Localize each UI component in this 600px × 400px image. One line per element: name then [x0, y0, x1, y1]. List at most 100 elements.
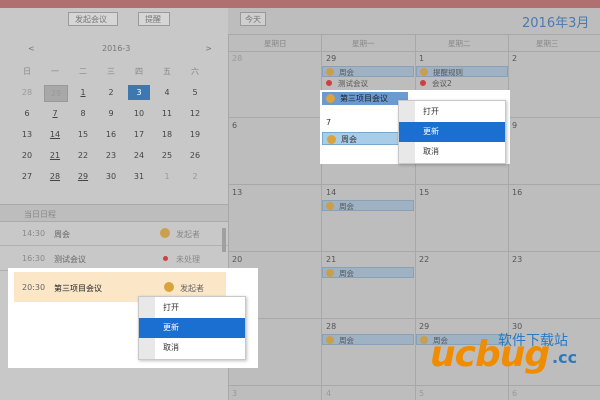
- day-number[interactable]: 22: [419, 255, 429, 264]
- weekday-label: 星期日: [264, 39, 287, 48]
- day-number[interactable]: 28: [326, 322, 336, 331]
- user-icon: [160, 228, 170, 238]
- event-weekly[interactable]: 周会: [322, 334, 414, 345]
- mini-day[interactable]: 2: [100, 85, 122, 100]
- day-number[interactable]: 9: [512, 121, 517, 130]
- context-menu: 打开 更新 取消: [138, 296, 246, 360]
- mini-day[interactable]: 5: [184, 85, 206, 100]
- next-month-icon[interactable]: >: [205, 44, 212, 53]
- day-number[interactable]: 14: [326, 188, 336, 197]
- event-reminder[interactable]: 提醒规则: [416, 66, 508, 77]
- mini-day[interactable]: 19: [184, 127, 206, 142]
- day-number[interactable]: 5: [419, 389, 424, 398]
- mini-day[interactable]: 29: [44, 85, 68, 102]
- weekday: 五: [163, 67, 171, 76]
- mini-day[interactable]: 7: [44, 106, 66, 121]
- menu-item-update[interactable]: 更新: [399, 122, 505, 142]
- mini-day[interactable]: 11: [156, 106, 178, 121]
- mini-day[interactable]: 14: [44, 127, 66, 142]
- new-meeting-button[interactable]: 发起会议: [68, 12, 118, 26]
- day-number[interactable]: 23: [512, 255, 522, 264]
- mini-day[interactable]: 4: [156, 85, 178, 100]
- panel-splitter-handle[interactable]: [222, 228, 226, 252]
- mini-day[interactable]: 1: [72, 85, 94, 100]
- day-number[interactable]: 3: [232, 389, 237, 398]
- event-label: 第三项目会议: [340, 94, 388, 103]
- day-number[interactable]: 28: [232, 54, 242, 63]
- mini-day-today[interactable]: 3: [128, 85, 150, 100]
- mini-day[interactable]: 22: [72, 148, 94, 163]
- grid-line: [228, 184, 600, 185]
- context-menu: 打开 更新 取消: [398, 100, 506, 164]
- remind-button[interactable]: 提醒: [138, 12, 170, 26]
- menu-item-open[interactable]: 打开: [139, 298, 245, 318]
- mini-day[interactable]: 2: [184, 169, 206, 184]
- user-icon: [326, 336, 334, 344]
- mini-day[interactable]: 15: [72, 127, 94, 142]
- mini-day[interactable]: 25: [156, 148, 178, 163]
- mini-day[interactable]: 20: [16, 148, 38, 163]
- today-button[interactable]: 今天: [240, 12, 266, 26]
- event-project3[interactable]: 第三项目会议: [322, 92, 408, 105]
- mini-day[interactable]: 24: [128, 148, 150, 163]
- day-number[interactable]: 20: [232, 255, 242, 264]
- event-test[interactable]: 测试会议: [322, 78, 414, 89]
- agenda-status: 发起者: [180, 284, 204, 293]
- mini-day[interactable]: 23: [100, 148, 122, 163]
- event-label: 会议2: [432, 79, 452, 88]
- mini-day[interactable]: 16: [100, 127, 122, 142]
- mini-day[interactable]: 10: [128, 106, 150, 121]
- mini-day[interactable]: 29: [72, 169, 94, 184]
- mini-calendar-week: 13 14 15 16 17 18 19: [20, 127, 220, 148]
- day-number[interactable]: 7: [326, 118, 331, 127]
- event-weekly[interactable]: 周会: [322, 200, 414, 211]
- mini-day[interactable]: 6: [16, 106, 38, 121]
- day-number[interactable]: 16: [512, 188, 522, 197]
- menu-item-cancel[interactable]: 取消: [399, 142, 505, 162]
- mini-day[interactable]: 31: [128, 169, 150, 184]
- mini-day[interactable]: 8: [72, 106, 94, 121]
- mini-day[interactable]: 18: [156, 127, 178, 142]
- event-meeting2[interactable]: 会议2: [416, 78, 508, 89]
- mini-day[interactable]: 1: [156, 169, 178, 184]
- mini-day[interactable]: 26: [184, 148, 206, 163]
- watermark-subtitle: 软件下载站: [498, 333, 568, 349]
- menu-item-cancel[interactable]: 取消: [139, 338, 245, 358]
- day-number[interactable]: 6: [232, 121, 237, 130]
- day-number[interactable]: 6: [512, 389, 517, 398]
- event-label: 周会: [341, 135, 357, 144]
- weekday-header: 星期日 星期一 星期二 星期三: [228, 34, 600, 52]
- watermark-domain: .cc: [552, 348, 578, 367]
- mini-day[interactable]: 28: [44, 169, 66, 184]
- menu-item-update[interactable]: 更新: [139, 318, 245, 338]
- mini-day[interactable]: 28: [16, 85, 38, 100]
- mini-calendar-nav: < 2016-3 >: [28, 44, 218, 56]
- weekday: 二: [79, 67, 87, 76]
- prev-month-icon[interactable]: <: [28, 44, 35, 53]
- agenda-item[interactable]: 14:30 周会 发起者: [0, 221, 228, 246]
- user-icon: [326, 94, 335, 103]
- mini-day[interactable]: 12: [184, 106, 206, 121]
- day-number[interactable]: 15: [419, 188, 429, 197]
- mini-day[interactable]: 13: [16, 127, 38, 142]
- event-weekly[interactable]: 周会: [322, 267, 414, 278]
- day-number[interactable]: 13: [232, 188, 242, 197]
- day-number[interactable]: 29: [326, 54, 336, 63]
- day-number[interactable]: 2: [512, 54, 517, 63]
- day-number[interactable]: 1: [419, 54, 424, 63]
- day-number[interactable]: 21: [326, 255, 336, 264]
- event-weekly[interactable]: 周会: [322, 66, 414, 77]
- user-icon: [420, 68, 428, 76]
- mini-day[interactable]: 17: [128, 127, 150, 142]
- mini-day[interactable]: 27: [16, 169, 38, 184]
- menu-item-open[interactable]: 打开: [399, 102, 505, 122]
- agenda-title: 第三项目会议: [54, 284, 102, 293]
- day-number[interactable]: 4: [326, 389, 331, 398]
- mini-day[interactable]: 9: [100, 106, 122, 121]
- day-number[interactable]: 29: [419, 322, 429, 331]
- pending-dot-icon: [163, 256, 168, 261]
- event-weekly[interactable]: 周会: [322, 132, 408, 145]
- mini-day[interactable]: 30: [100, 169, 122, 184]
- mini-day[interactable]: 21: [44, 148, 66, 163]
- mini-calendar-week: 6 7 8 9 10 11 12: [20, 106, 220, 127]
